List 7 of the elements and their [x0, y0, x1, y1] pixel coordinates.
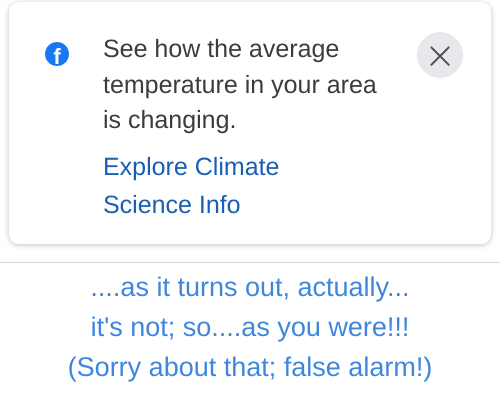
close-button[interactable]: × [417, 32, 463, 78]
explore-link[interactable]: Explore Climate Science Info [103, 148, 323, 224]
caption-line: it's not; so....as you were!!! [90, 311, 410, 344]
notification-message: See how the average temperature in your area is changing. [103, 34, 378, 136]
caption-line: (Sorry about that; false alarm!) [66, 351, 434, 384]
app-logo: f [45, 42, 69, 66]
caption-line: ....as it turns out, actually... [89, 271, 411, 304]
